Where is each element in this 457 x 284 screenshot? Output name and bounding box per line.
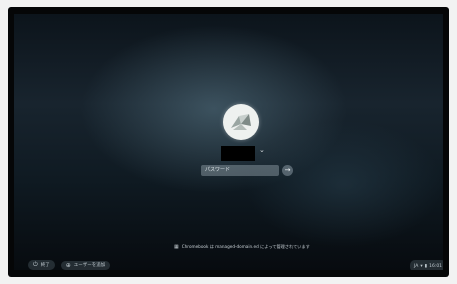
submit-arrow-button[interactable]: → <box>282 165 293 176</box>
chevron-down-icon[interactable]: ⌄ <box>259 146 265 154</box>
managed-device-notice: ▦ Chromebook は managed-domain.ed によって管理さ… <box>174 243 310 251</box>
shutdown-label: 終了 <box>40 263 50 268</box>
power-icon: ⏻ <box>33 261 38 268</box>
login-screen: ⌄ → ▦ Chromebook は managed-domain.ed によっ… <box>14 14 443 270</box>
wifi-icon: ▾ <box>420 263 423 269</box>
password-input[interactable] <box>201 165 279 176</box>
add-user-label: ユーザーを追加 <box>73 263 106 268</box>
username-row[interactable]: ⌄ <box>221 144 265 162</box>
user-avatar[interactable] <box>223 104 259 140</box>
clock: 16:01 <box>429 263 443 269</box>
battery-icon: ▮ <box>424 263 428 269</box>
shutdown-button[interactable]: ⏻ 終了 <box>28 260 55 270</box>
add-user-icon: ⊕ <box>65 261 71 269</box>
status-tray[interactable]: JA ▾ ▮ 16:01 <box>410 260 443 270</box>
managed-notice-text: Chromebook は managed-domain.ed によって管理されて… <box>181 244 310 249</box>
ime-indicator: JA <box>414 263 419 269</box>
login-shelf: ⏻ 終了 ⊕ ユーザーを追加 <box>28 260 111 270</box>
redacted-username <box>221 145 255 161</box>
building-icon: ▦ <box>174 244 179 250</box>
origami-bird-icon <box>231 114 251 130</box>
add-user-button[interactable]: ⊕ ユーザーを追加 <box>60 260 111 270</box>
